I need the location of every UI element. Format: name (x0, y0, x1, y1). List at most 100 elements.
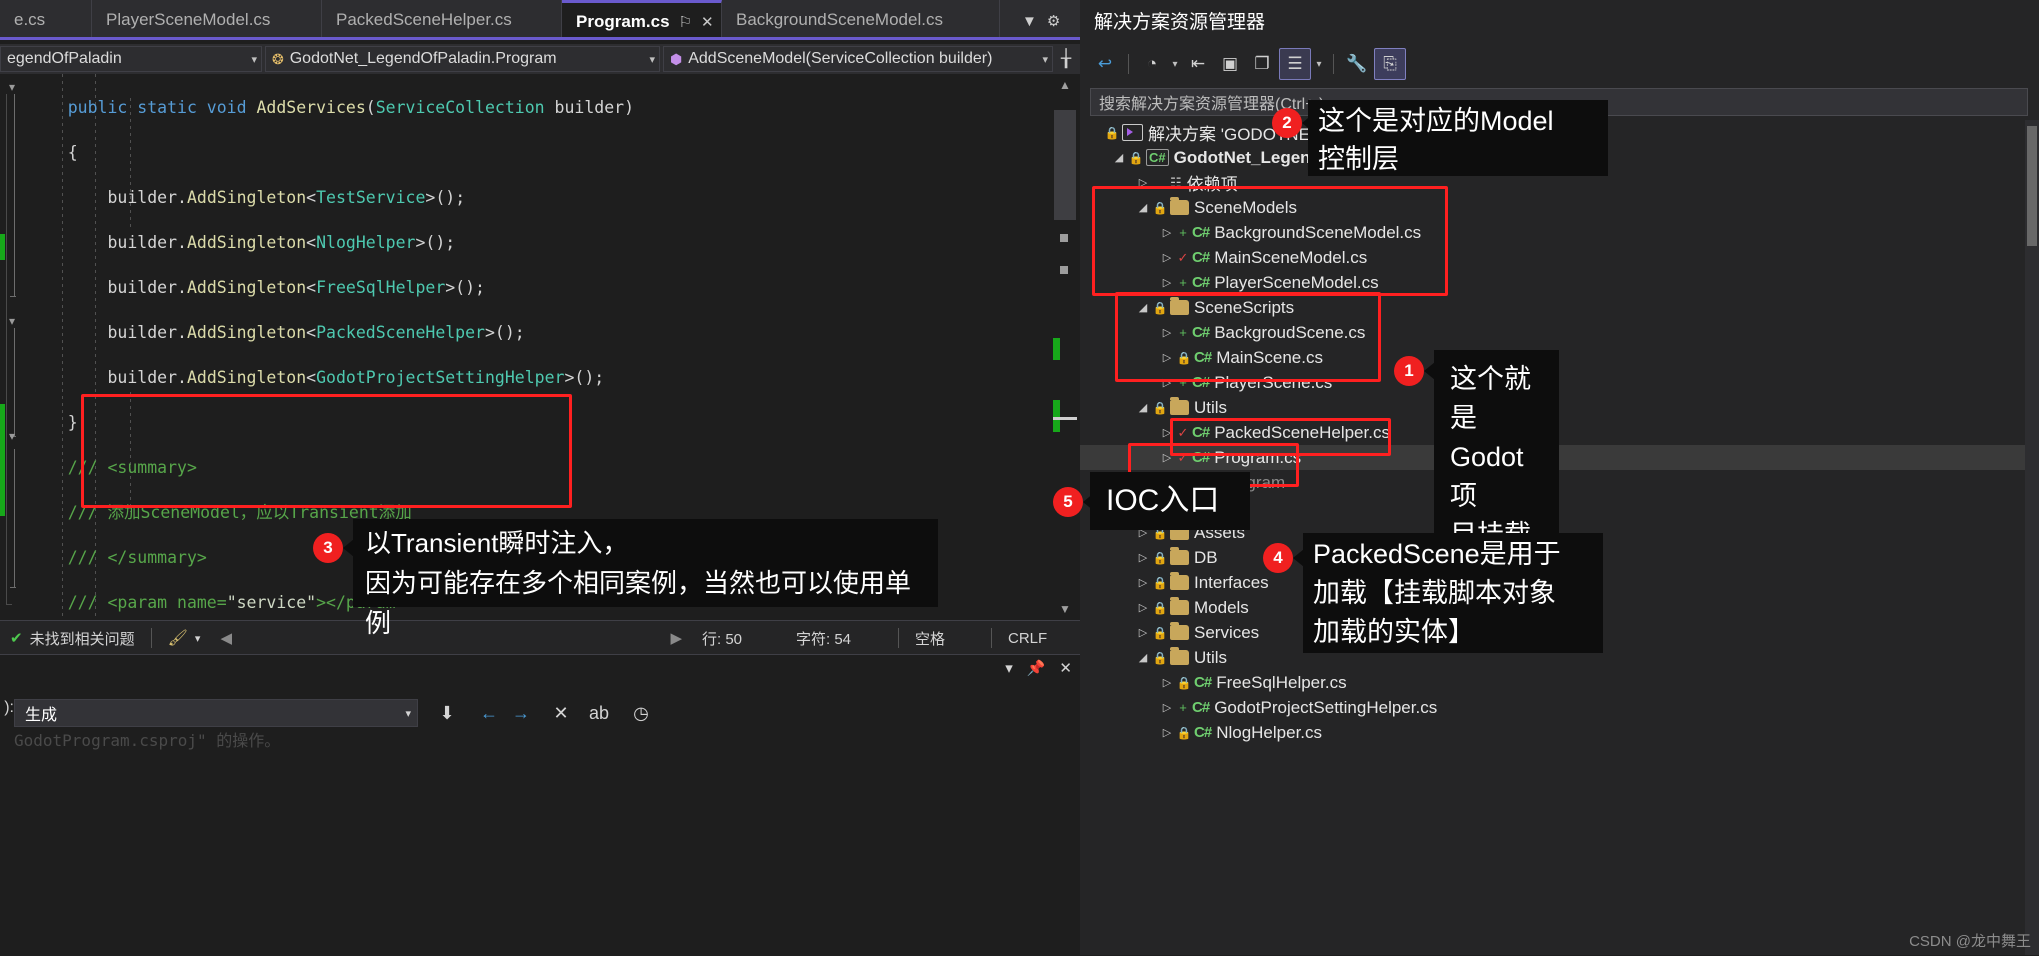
twisty-icon[interactable]: ▷ (1158, 326, 1176, 339)
type-dropdown[interactable]: ❂ GodotNet_LegendOfPaladin.Program ▾ (265, 46, 660, 72)
collapse-all-icon[interactable]: ⇤ (1183, 49, 1213, 79)
chevron-down-icon[interactable]: ▾ (1169, 49, 1181, 79)
go-to-next-message-icon[interactable]: → (506, 699, 536, 727)
solution-tree-scrollbar[interactable] (2025, 120, 2039, 955)
preview-selected-items-icon[interactable]: ⎘ (1374, 48, 1406, 80)
tree-item-utils[interactable]: ◢ 🔒 Utils (1080, 395, 2039, 420)
twisty-icon[interactable]: ▷ (1134, 551, 1152, 564)
twisty-icon[interactable]: ▷ (1158, 451, 1176, 464)
twisty-icon[interactable]: ▷ (1158, 701, 1176, 714)
tree-item-mainscenemodel-cs[interactable]: ▷ ✓ C# MainSceneModel.cs (1080, 245, 2039, 270)
twisty-icon[interactable]: ▷ (1158, 226, 1176, 239)
show-all-files-icon[interactable]: ▣ (1215, 49, 1245, 79)
editor-vertical-scrollbar[interactable]: ▲ ▼ (1050, 74, 1080, 620)
output-text: GodotProgram.csproj" 的操作。 (14, 731, 281, 750)
gear-icon[interactable]: ⚙ (1047, 12, 1060, 30)
code-cleanup-button[interactable]: 🖌 ▾ (158, 621, 211, 655)
chevron-down-icon[interactable]: ▾ (1313, 49, 1325, 79)
collapse-chevron-3[interactable]: ▾ (9, 429, 15, 443)
pending-changes-icon[interactable]: ◔ (1137, 49, 1167, 79)
tab-playerscenemodel-cs[interactable]: PlayerSceneModel.cs (92, 0, 322, 40)
twisty-icon[interactable]: ▷ (1134, 576, 1152, 589)
chevron-down-icon[interactable]: ▾ (1005, 659, 1013, 677)
twisty-icon[interactable]: ▷ (1158, 351, 1176, 364)
tree-item-freesqlhelper-cs[interactable]: ▷ 🔒 C# FreeSqlHelper.cs (1080, 670, 2039, 695)
tree-item-scenemodels[interactable]: ◢ 🔒 SceneModels (1080, 195, 2039, 220)
tab-packedscenehelper-cs[interactable]: PackedSceneHelper.cs (322, 0, 562, 40)
tab-e-cs[interactable]: e.cs (0, 0, 92, 40)
chevron-down-icon: ▾ (405, 707, 411, 720)
outline-bar-1 (14, 94, 15, 296)
twisty-icon[interactable]: ▷ (1158, 426, 1176, 439)
view-designer-icon[interactable]: ❐ (1247, 49, 1277, 79)
folder-icon (1170, 197, 1189, 215)
annotation-badge-4: 4 (1263, 543, 1293, 573)
tab-program-cs[interactable]: Program.cs ⚐ ✕ (562, 0, 722, 40)
close-icon[interactable]: ✕ (701, 13, 714, 31)
eol-indicator[interactable]: CRLF (998, 621, 1080, 655)
lock-icon: 🔒 (1152, 550, 1168, 565)
twisty-icon[interactable]: ▷ (1134, 601, 1152, 614)
lock-icon: 🔒 (1152, 625, 1168, 640)
project-icon: C# (1146, 149, 1169, 166)
go-to-previous-message-icon[interactable]: ← (474, 699, 504, 727)
twisty-icon[interactable]: ◢ (1134, 301, 1152, 314)
tab-backgroundscenemodel-cs[interactable]: BackgroundSceneModel.cs (722, 0, 1000, 40)
tree-item-packedscenehelper-cs[interactable]: ▷ ✓ C# PackedSceneHelper.cs (1080, 420, 2039, 445)
member-dropdown[interactable]: ⬢ AddSceneModel(ServiceCollection builde… (663, 46, 1053, 72)
scroll-up-arrow-icon[interactable]: ▲ (1058, 78, 1072, 92)
twisty-icon[interactable]: ▷ (1158, 676, 1176, 689)
scrollbar-thumb[interactable] (2027, 126, 2037, 246)
project-dropdown[interactable]: egendOfPaladin ▾ (0, 46, 262, 72)
pin-icon[interactable]: 📌 (1027, 659, 1046, 677)
added-badge-icon: + (1179, 225, 1187, 240)
tree-item-backgroundscenemodel-cs[interactable]: ▷ + C# BackgroundSceneModel.cs (1080, 220, 2039, 245)
twisty-icon[interactable]: ▷ (1158, 251, 1176, 264)
code-line: public static void AddServices(ServiceCo… (28, 97, 635, 117)
member-dropdown-label: AddSceneModel(ServiceCollection builder) (688, 50, 993, 67)
twisty-icon[interactable]: ◢ (1110, 151, 1128, 164)
tree-item-backgroudscene-cs[interactable]: ▷ + C# BackgroudScene.cs (1080, 320, 2039, 345)
pin-icon[interactable]: ⚐ (679, 13, 692, 31)
back-to-code-icon[interactable]: ↩ (1090, 49, 1120, 79)
tree-item-mainscene-cs[interactable]: ▷ 🔒 C# MainScene.cs (1080, 345, 2039, 370)
chevron-down-icon: ▾ (649, 53, 655, 66)
twisty-icon[interactable]: ▷ (1134, 626, 1152, 639)
clear-all-icon[interactable]: ⬇ (432, 699, 462, 727)
output-source-dropdown[interactable]: 生成 ▾ (14, 699, 418, 727)
collapse-chevron-1[interactable]: ▾ (9, 80, 15, 94)
toggle-word-wrap-icon[interactable]: ab (584, 699, 614, 727)
clear-pane-icon[interactable]: ✕ (546, 699, 576, 727)
annotation-badge-5: 5 (1053, 487, 1083, 517)
history-icon[interactable]: ◷ (626, 699, 656, 727)
twisty-icon[interactable]: ◢ (1134, 201, 1152, 214)
twisty-icon[interactable]: ▷ (1134, 176, 1152, 189)
tree-item-program-cs[interactable]: ▷ ✓ C# Program.cs (1080, 445, 2039, 470)
tree-item-playerscene-cs[interactable]: ▷ + C# PlayerScene.cs (1080, 370, 2039, 395)
tree-item-scenescripts[interactable]: ◢ 🔒 SceneScripts (1080, 295, 2039, 320)
tree-item-nloghelper-cs[interactable]: ▷ 🔒 C# NlogHelper.cs (1080, 720, 2039, 745)
split-editor-button[interactable]: ╁ (1053, 49, 1079, 69)
lock-icon: 🔒 (1152, 575, 1168, 590)
outline-bar-outer (6, 94, 7, 604)
wrench-icon[interactable]: 🔧 (1342, 49, 1372, 79)
properties-window-icon[interactable]: ☰ (1279, 48, 1311, 80)
tree-item-godotprojectsettinghelper-cs[interactable]: ▷ + C# GodotProjectSettingHelper.cs (1080, 695, 2039, 720)
tree-item-playerscenemodel-cs[interactable]: ▷ + C# PlayerSceneModel.cs (1080, 270, 2039, 295)
twisty-icon[interactable]: ◢ (1134, 651, 1152, 664)
scrollbar-thumb[interactable] (1054, 110, 1076, 220)
annotation-text-4-l1: PackedScene是用于 (1313, 539, 1561, 569)
nav-back-button[interactable]: ◀ (210, 621, 242, 655)
collapse-chevron-2[interactable]: ▾ (9, 314, 15, 328)
annotation-callout-3: 以Transient瞬时注入， 因为可能存在多个相同案例，当然也可以使用单例 (353, 519, 938, 638)
twisty-icon[interactable]: ▷ (1158, 726, 1176, 739)
close-icon[interactable]: ✕ (1059, 659, 1072, 677)
scroll-down-arrow-icon[interactable]: ▼ (1058, 602, 1072, 616)
twisty-icon[interactable]: ▷ (1158, 376, 1176, 389)
twisty-icon[interactable]: ▷ (1158, 276, 1176, 289)
problems-indicator[interactable]: ✔ 未找到相关问题 (0, 621, 145, 655)
code-line: { (28, 142, 78, 162)
tab-overflow-icon[interactable]: ▼ (1022, 13, 1037, 30)
twisty-icon[interactable]: ◢ (1134, 401, 1152, 414)
tab-strip-actions: ▼ ⚙ (1022, 8, 1080, 34)
